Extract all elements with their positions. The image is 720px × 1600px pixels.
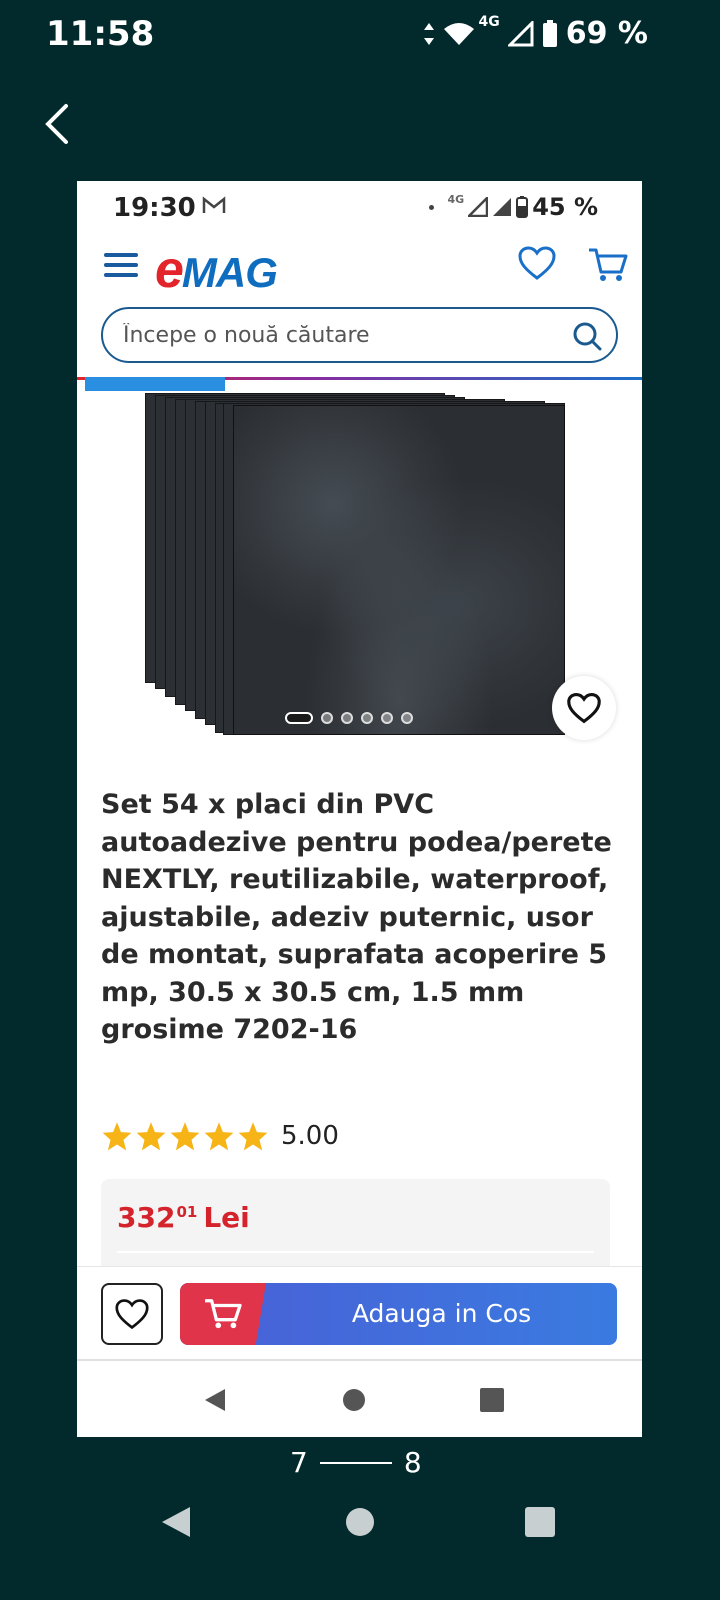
notification-dot-icon xyxy=(428,204,434,210)
inner-home-button[interactable] xyxy=(341,1387,367,1417)
search-bar[interactable] xyxy=(101,307,618,363)
star-icon xyxy=(170,1122,200,1151)
square-recents-icon xyxy=(480,1388,504,1412)
heart-icon xyxy=(115,1299,149,1330)
product-price: 332 01 Lei xyxy=(117,1201,250,1234)
star-icon xyxy=(136,1122,166,1151)
outer-clock: 11:58 xyxy=(46,14,155,54)
chevron-left-icon xyxy=(45,104,68,144)
inner-recents-button[interactable] xyxy=(479,1387,505,1417)
add-to-favorites-button[interactable] xyxy=(101,1283,163,1345)
circle-home-icon xyxy=(343,1389,365,1411)
carousel-dot[interactable] xyxy=(361,712,373,724)
wifi-icon xyxy=(443,22,474,45)
inner-battery-percent: 45 % xyxy=(532,193,598,221)
favorites-button[interactable] xyxy=(517,244,557,284)
signal-icon xyxy=(493,198,512,216)
heart-icon xyxy=(518,246,556,280)
outer-battery-percent: 69 % xyxy=(565,16,648,51)
app-header: e MAG xyxy=(77,236,642,299)
back-button[interactable] xyxy=(40,100,76,148)
circle-home-icon xyxy=(346,1508,374,1536)
search-icon[interactable] xyxy=(572,321,602,351)
square-recents-icon xyxy=(525,1507,555,1537)
price-cents: 01 xyxy=(176,1203,198,1221)
system-recents-button[interactable] xyxy=(524,1505,556,1543)
logo-mag-letters: MAG xyxy=(181,249,278,296)
sticky-action-bar: Adauga in Cos xyxy=(77,1266,642,1361)
inner-navigation-bar xyxy=(77,1361,642,1437)
star-icon xyxy=(204,1122,234,1151)
triangle-back-icon xyxy=(162,1507,190,1537)
gmail-icon xyxy=(202,196,226,213)
carousel-dot[interactable] xyxy=(341,712,353,724)
triangle-back-icon xyxy=(205,1389,225,1411)
battery-icon xyxy=(542,19,557,47)
cart-button[interactable] xyxy=(587,244,629,284)
star-icon xyxy=(238,1122,268,1151)
system-home-button[interactable] xyxy=(344,1505,376,1543)
price-main: 332 xyxy=(117,1201,176,1234)
data-arrows-icon xyxy=(423,22,434,45)
tile-front xyxy=(233,405,565,735)
system-back-button[interactable] xyxy=(160,1505,192,1543)
menu-icon xyxy=(104,253,138,277)
inner-status-icons: 4G 45 % xyxy=(428,192,598,221)
search-input[interactable] xyxy=(123,322,543,348)
add-to-cart-label: Adauga in Cos xyxy=(351,1299,532,1328)
heart-icon xyxy=(567,693,601,724)
inner-status-bar: 19:30 4G 45 % xyxy=(77,181,642,231)
outer-status-bar: 11:58 4G 69 % xyxy=(0,0,720,72)
page-next: 8 xyxy=(403,1446,422,1479)
carousel-dot[interactable] xyxy=(285,712,313,724)
cart-icon xyxy=(589,248,628,281)
carousel-dot[interactable] xyxy=(381,712,393,724)
price-currency: Lei xyxy=(203,1201,250,1234)
page-separator xyxy=(319,1461,392,1464)
inner-back-button[interactable] xyxy=(203,1387,227,1417)
carousel-dot[interactable] xyxy=(321,712,333,724)
screenshot-preview: 19:30 4G 45 % e MAG Începe o nouă căutar… xyxy=(77,181,642,1437)
price-divider xyxy=(117,1251,594,1253)
page-current: 7 xyxy=(290,1446,308,1479)
product-title: Set 54 x placi din PVC autoadezive pentr… xyxy=(101,789,612,1045)
product-rating[interactable]: 5.00 xyxy=(101,1121,339,1151)
signal-icon xyxy=(468,197,489,217)
add-to-cart-button[interactable]: Adauga in Cos xyxy=(180,1283,617,1345)
outer-status-icons: 4G 69 % xyxy=(423,13,648,51)
emag-logo[interactable]: e MAG xyxy=(155,240,278,299)
inner-network-label: 4G xyxy=(447,192,465,206)
carousel-dot[interactable] xyxy=(401,712,413,724)
add-cart-icon-area xyxy=(180,1283,266,1345)
inner-clock: 19:30 xyxy=(113,193,196,223)
page-indicator: 7 8 xyxy=(290,1446,422,1479)
product-image[interactable] xyxy=(145,381,565,736)
cart-icon xyxy=(205,1299,242,1329)
rating-value: 5.00 xyxy=(281,1121,339,1151)
hamburger-menu-button[interactable] xyxy=(104,251,138,279)
outer-network-label: 4G xyxy=(478,13,500,30)
star-icon xyxy=(102,1122,132,1151)
battery-icon xyxy=(516,196,529,218)
signal-icon xyxy=(507,20,534,46)
image-favorite-button[interactable] xyxy=(552,676,616,740)
logo-e-letter: e xyxy=(155,241,184,299)
image-carousel-dots xyxy=(285,712,413,724)
